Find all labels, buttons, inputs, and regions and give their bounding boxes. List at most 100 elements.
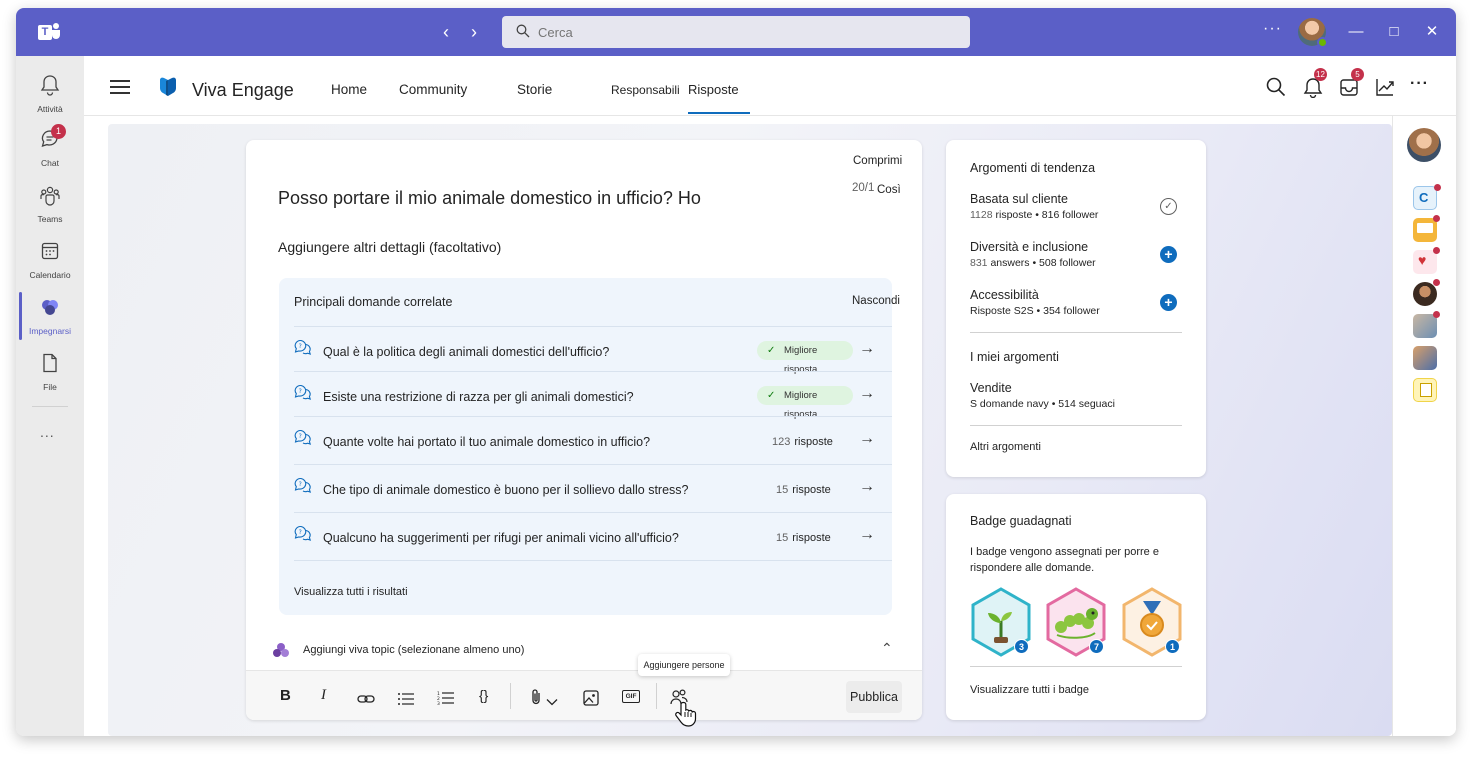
tab-storie[interactable]: Storie <box>517 82 552 97</box>
answer-count: 123 risposte <box>772 436 833 448</box>
question-bubble-icon: ? <box>294 384 312 400</box>
file-icon <box>43 353 57 373</box>
svg-text:?: ? <box>299 343 302 350</box>
question-bubble-icon: ? <box>294 477 312 493</box>
arrow-right-icon[interactable]: → <box>859 385 875 403</box>
related-question-row[interactable]: ? Qual è la politica degli animali domes… <box>294 326 892 375</box>
chevron-up-icon[interactable]: ⌃ <box>881 640 893 657</box>
divider <box>970 666 1182 667</box>
rail-item-engage[interactable]: Impegnarsi <box>16 292 84 348</box>
search-box[interactable] <box>502 16 970 48</box>
more-topics-link[interactable]: Altri argomenti <box>970 441 1041 453</box>
more-options-icon[interactable]: ··· <box>1410 75 1429 93</box>
following-check-icon[interactable]: ✓ <box>1160 198 1177 215</box>
analytics-icon[interactable] <box>1374 76 1396 98</box>
copilot-app-icon[interactable]: C <box>1413 184 1441 210</box>
trending-topic-item[interactable]: Diversità e inclusione 831 answers • 508… <box>970 240 1182 269</box>
best-answer-badge: ✓ Migliore risposta <box>757 341 853 375</box>
see-all-results-link[interactable]: Visualizza tutti i risultati <box>294 586 408 598</box>
arrow-right-icon[interactable]: → <box>859 526 875 544</box>
badge-count: 1 <box>1165 639 1180 654</box>
minimize-icon[interactable]: — <box>1344 20 1368 44</box>
related-question-row[interactable]: ? Che tipo di animale domestico è buono … <box>294 464 892 512</box>
notes-app-icon[interactable] <box>1413 378 1437 402</box>
toolbar-divider <box>656 683 657 709</box>
rail-label: Chat <box>41 158 59 168</box>
tab-risposte[interactable]: Risposte <box>688 82 739 97</box>
italic-button[interactable]: I <box>321 687 326 707</box>
question-details-input[interactable]: Aggiungere altri dettagli (facoltativo) <box>278 239 501 255</box>
rail-item-files[interactable]: File <box>16 348 84 404</box>
tab-responsabili[interactable]: Responsabili <box>611 83 680 97</box>
see-all-badges-link[interactable]: Visualizzare tutti i badge <box>970 684 1089 696</box>
topic-name: Accessibilità <box>970 288 1039 302</box>
chevron-down-icon[interactable] <box>546 692 558 712</box>
team-photo-icon[interactable] <box>1413 346 1437 370</box>
question-bubble-icon: ? <box>294 525 312 541</box>
back-arrow-icon[interactable]: ‹ <box>436 22 456 42</box>
maximize-icon[interactable]: □ <box>1382 20 1406 44</box>
user-avatar[interactable] <box>1298 18 1328 48</box>
numbered-list-icon[interactable]: 123 <box>437 688 455 708</box>
main-area: Viva Engage Home Community Storie Respon… <box>84 56 1456 736</box>
related-question-text: Qualcuno ha suggerimenti per rifugi per … <box>323 531 679 545</box>
forward-arrow-icon[interactable]: › <box>464 22 484 42</box>
related-questions-heading: Principali domande correlate <box>294 295 453 309</box>
arrow-right-icon[interactable]: → <box>859 478 875 496</box>
hide-related-button[interactable]: Nascondi <box>852 295 900 307</box>
follow-plus-icon[interactable]: + <box>1160 294 1177 311</box>
character-counter: 20/1 <box>852 182 875 194</box>
follow-plus-icon[interactable]: + <box>1160 246 1177 263</box>
bullet-list-icon[interactable] <box>397 689 415 709</box>
image-icon[interactable] <box>583 688 599 708</box>
publish-button[interactable]: Pubblica <box>846 681 902 713</box>
gif-button[interactable]: GIF <box>622 690 640 703</box>
topic-name: Diversità e inclusione <box>970 240 1089 254</box>
group-photo-icon[interactable] <box>1413 311 1440 338</box>
related-question-row[interactable]: ? Esiste una restrizione di razza per gl… <box>294 371 892 420</box>
arrow-right-icon[interactable]: → <box>859 430 875 448</box>
sprout-badge-icon[interactable]: 3 <box>970 587 1032 657</box>
related-question-row[interactable]: ? Quante volte hai portato il tuo animal… <box>294 416 892 462</box>
notifications-badge: 12 <box>1314 68 1327 81</box>
rail-label: Calendario <box>29 270 71 280</box>
active-tab-indicator <box>688 112 750 114</box>
search-input[interactable] <box>538 22 938 42</box>
trending-topic-item[interactable]: Accessibilità Risposte S2S • 354 followe… <box>970 288 1182 317</box>
collapse-button[interactable]: Comprimi <box>853 155 902 167</box>
profile-avatar[interactable] <box>1407 128 1441 162</box>
engage-app-bar: Viva Engage Home Community Storie Respon… <box>84 56 1456 116</box>
my-topic-item[interactable]: Vendite S domande navy • 514 seguaci <box>970 381 1182 410</box>
code-block-icon[interactable]: {} <box>479 687 488 707</box>
rail-item-teams[interactable]: Teams <box>16 180 84 236</box>
link-icon[interactable] <box>357 689 375 709</box>
checkmark-icon: ✓ <box>767 390 776 401</box>
rail-item-calendar[interactable]: Calendario <box>16 236 84 292</box>
medal-badge-icon[interactable]: 1 <box>1121 587 1183 657</box>
rail-item-activity[interactable]: Attività <box>16 70 84 126</box>
caterpillar-badge-icon[interactable]: 7 <box>1045 587 1107 657</box>
rail-item-chat[interactable]: 1 Chat <box>16 124 84 180</box>
question-title-input[interactable]: Posso portare il mio animale domestico i… <box>278 188 701 209</box>
presence-available-icon <box>1317 37 1328 48</box>
add-topic-row[interactable]: Aggiungi viva topic (selezionane almeno … <box>272 640 893 664</box>
heart-app-icon[interactable]: ♥ <box>1413 247 1440 274</box>
close-icon[interactable]: ✕ <box>1420 20 1444 44</box>
tab-home[interactable]: Home <box>331 82 367 97</box>
tab-community[interactable]: Community <box>399 82 467 97</box>
arrow-right-icon[interactable]: → <box>859 340 875 358</box>
svg-text:?: ? <box>299 388 302 395</box>
hamburger-menu-icon[interactable] <box>110 80 130 94</box>
topic-count: 1128 <box>970 209 993 221</box>
trending-topic-item[interactable]: Basata sul cliente 1128 risposte • 816 f… <box>970 192 1182 221</box>
svg-text:3: 3 <box>437 701 440 707</box>
more-apps-icon[interactable]: ... <box>40 424 55 440</box>
related-question-row[interactable]: ? Qualcuno ha suggerimenti per rifugi pe… <box>294 512 892 560</box>
person-avatar-icon[interactable] <box>1413 279 1440 306</box>
search-icon[interactable] <box>1265 76 1287 98</box>
bold-button[interactable]: B <box>280 687 291 707</box>
teams-logo-icon: T <box>38 22 60 42</box>
attachment-icon[interactable] <box>529 687 543 707</box>
more-options-icon[interactable]: ··· <box>1263 20 1282 38</box>
presentation-app-icon[interactable] <box>1413 215 1440 242</box>
